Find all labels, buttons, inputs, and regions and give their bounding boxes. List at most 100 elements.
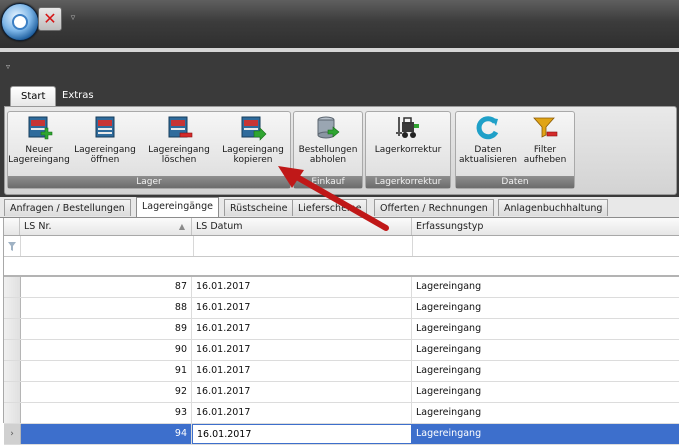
new-goods-receipt-icon bbox=[28, 116, 53, 140]
table-row[interactable]: 87 16.01.2017 Lagereingang bbox=[4, 277, 679, 298]
grid-header: LS Nr. ▲ LS Datum Erfassungstyp bbox=[4, 218, 679, 236]
new-goods-receipt-button[interactable]: Neuer Lagereingang bbox=[8, 114, 70, 165]
sort-ascending-icon: ▲ bbox=[178, 222, 185, 231]
cell-erfassungstyp[interactable]: Lagereingang bbox=[412, 277, 679, 297]
table-row[interactable]: 93 16.01.2017 Lagereingang bbox=[4, 403, 679, 424]
title-bar: ✕ ▿ bbox=[0, 0, 679, 48]
document-tab-strip: Anfragen / Bestellungen Lagereingänge Rü… bbox=[0, 197, 679, 218]
column-header-erfassungstyp[interactable]: Erfassungstyp bbox=[412, 218, 679, 235]
refresh-icon bbox=[476, 116, 499, 140]
cell-ls-datum[interactable]: 16.01.2017 bbox=[192, 424, 412, 444]
cell-ls-nr[interactable]: 91 bbox=[20, 361, 192, 381]
row-indicator[interactable] bbox=[4, 319, 21, 339]
column-label-ls-nr: LS Nr. bbox=[24, 221, 52, 232]
copy-goods-receipt-button[interactable]: Lagereingang kopieren bbox=[220, 114, 286, 165]
row-indicator[interactable] bbox=[4, 361, 21, 381]
group-label-einkauf: Einkauf bbox=[294, 176, 362, 188]
delete-goods-receipt-button[interactable]: Lagereingang löschen bbox=[146, 114, 212, 165]
tab-lieferscheine[interactable]: Lieferscheine bbox=[292, 199, 368, 216]
cell-ls-datum[interactable]: 16.01.2017 bbox=[192, 340, 412, 360]
fetch-orders-button[interactable]: Bestellungen abholen bbox=[296, 114, 360, 165]
funnel-icon bbox=[8, 242, 16, 251]
table-row[interactable]: 90 16.01.2017 Lagereingang bbox=[4, 340, 679, 361]
group-lagerkorrektur: Lagerkorrektur Lagerkorrektur bbox=[365, 111, 451, 189]
column-header-ls-datum[interactable]: LS Datum bbox=[192, 218, 412, 235]
open-goods-receipt-label: Lagereingang öffnen bbox=[74, 145, 136, 165]
ribbon: ▿ Start Extras Neuer Lagereingang Lagere… bbox=[0, 52, 679, 197]
table-row[interactable]: 88 16.01.2017 Lagereingang bbox=[4, 298, 679, 319]
tab-lagereingaenge[interactable]: Lagereingänge bbox=[136, 197, 219, 217]
cell-ls-datum[interactable]: 16.01.2017 bbox=[192, 277, 412, 297]
row-indicator[interactable]: › bbox=[4, 424, 21, 444]
cell-erfassungstyp[interactable]: Lagereingang bbox=[412, 382, 679, 402]
group-label-lager: Lager bbox=[8, 176, 290, 188]
table-row[interactable]: 89 16.01.2017 Lagereingang bbox=[4, 319, 679, 340]
ribbon-body: Neuer Lagereingang Lagereingang öffnen L… bbox=[4, 106, 677, 195]
cell-erfassungstyp[interactable]: Lagereingang bbox=[412, 361, 679, 381]
refresh-data-button[interactable]: Daten aktualisieren bbox=[458, 114, 518, 165]
cell-erfassungstyp[interactable]: Lagereingang bbox=[412, 403, 679, 423]
stock-correction-label: Lagerkorrektur bbox=[374, 145, 442, 155]
stock-correction-button[interactable]: Lagerkorrektur bbox=[368, 114, 448, 155]
close-x-icon[interactable]: ✕ bbox=[38, 7, 62, 31]
app-orb-icon[interactable] bbox=[1, 3, 39, 41]
copy-goods-receipt-icon bbox=[241, 116, 267, 141]
cell-erfassungstyp[interactable]: Lagereingang bbox=[412, 340, 679, 360]
group-lager: Neuer Lagereingang Lagereingang öffnen L… bbox=[7, 111, 291, 189]
cell-erfassungstyp[interactable]: Lagereingang bbox=[412, 298, 679, 318]
ribbon-collapse-icon[interactable]: ▿ bbox=[6, 62, 18, 74]
tab-ruestscheine[interactable]: Rüstscheine bbox=[224, 199, 294, 216]
cell-ls-nr[interactable]: 92 bbox=[20, 382, 192, 402]
cell-erfassungstyp[interactable]: Lagereingang bbox=[412, 424, 679, 444]
group-einkauf: Bestellungen abholen Einkauf bbox=[293, 111, 363, 189]
group-label-daten: Daten bbox=[456, 176, 574, 188]
filter-cell-erfassungstyp[interactable] bbox=[412, 236, 679, 256]
row-indicator[interactable] bbox=[4, 382, 21, 402]
cell-ls-nr[interactable]: 93 bbox=[20, 403, 192, 423]
row-indicator[interactable] bbox=[4, 298, 21, 318]
delete-goods-receipt-icon bbox=[168, 116, 193, 138]
open-goods-receipt-button[interactable]: Lagereingang öffnen bbox=[74, 114, 136, 165]
clear-filter-icon bbox=[533, 117, 558, 138]
cell-ls-nr[interactable]: 90 bbox=[20, 340, 192, 360]
cell-erfassungstyp[interactable]: Lagereingang bbox=[412, 319, 679, 339]
tab-anlagenbuchhaltung[interactable]: Anlagenbuchhaltung bbox=[498, 199, 609, 216]
row-indicator[interactable] bbox=[4, 340, 21, 360]
grid-separator-row bbox=[4, 257, 679, 277]
clear-filter-button[interactable]: Filter aufheben bbox=[518, 114, 572, 165]
cell-ls-datum[interactable]: 16.01.2017 bbox=[192, 403, 412, 423]
header-indicator-cell bbox=[4, 218, 20, 235]
cell-ls-nr[interactable]: 89 bbox=[20, 319, 192, 339]
table-row[interactable]: 91 16.01.2017 Lagereingang bbox=[4, 361, 679, 382]
clear-filter-label: Filter aufheben bbox=[523, 145, 567, 165]
cell-ls-datum[interactable]: 16.01.2017 bbox=[192, 361, 412, 381]
group-label-lagerkorrektur: Lagerkorrektur bbox=[366, 176, 450, 188]
open-goods-receipt-icon bbox=[95, 116, 115, 138]
quick-access-dropdown-icon[interactable]: ▿ bbox=[66, 8, 80, 28]
ribbon-tab-start[interactable]: Start bbox=[10, 86, 57, 107]
cell-ls-nr[interactable]: 94 bbox=[20, 424, 192, 444]
cell-ls-datum[interactable]: 16.01.2017 bbox=[192, 319, 412, 339]
filter-cell-ls-datum[interactable] bbox=[192, 236, 413, 256]
table-row[interactable]: › 94 16.01.2017 Lagereingang bbox=[4, 424, 679, 445]
copy-goods-receipt-label: Lagereingang kopieren bbox=[222, 145, 284, 165]
cell-ls-nr[interactable]: 88 bbox=[20, 298, 192, 318]
column-header-ls-nr[interactable]: LS Nr. ▲ bbox=[20, 218, 192, 235]
cell-ls-nr[interactable]: 87 bbox=[20, 277, 192, 297]
cell-ls-datum[interactable]: 16.01.2017 bbox=[192, 298, 412, 318]
tab-anfragen-bestellungen[interactable]: Anfragen / Bestellungen bbox=[4, 199, 131, 216]
row-indicator[interactable] bbox=[4, 403, 21, 423]
ribbon-tab-extras[interactable]: Extras bbox=[52, 86, 104, 106]
cell-ls-datum[interactable]: 16.01.2017 bbox=[192, 382, 412, 402]
group-daten: Daten aktualisieren Filter aufheben Date… bbox=[455, 111, 575, 189]
delete-goods-receipt-label: Lagereingang löschen bbox=[148, 145, 210, 165]
goods-receipt-grid: LS Nr. ▲ LS Datum Erfassungstyp 87 16.01.… bbox=[3, 218, 679, 445]
table-row[interactable]: 92 16.01.2017 Lagereingang bbox=[4, 382, 679, 403]
fetch-orders-label: Bestellungen abholen bbox=[298, 145, 358, 165]
filter-row bbox=[4, 236, 679, 257]
tab-offerten-rechnungen[interactable]: Offerten / Rechnungen bbox=[374, 199, 494, 216]
filter-cell-ls-nr[interactable] bbox=[20, 236, 194, 256]
database-fetch-icon bbox=[317, 116, 340, 139]
new-goods-receipt-label: Neuer Lagereingang bbox=[8, 145, 70, 165]
row-indicator[interactable] bbox=[4, 277, 21, 297]
